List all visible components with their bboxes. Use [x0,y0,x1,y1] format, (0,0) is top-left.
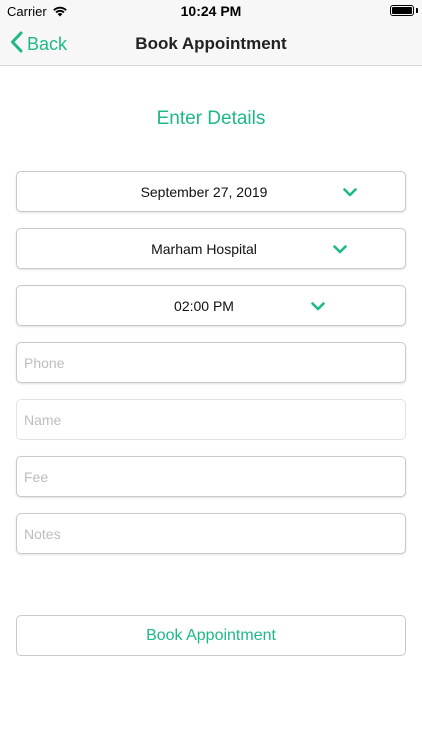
hospital-picker[interactable]: Marham Hospital [16,228,406,269]
status-time: 10:24 PM [180,3,242,19]
name-field-container [16,399,406,440]
date-value: September 27, 2019 [140,184,268,200]
chevron-down-icon [307,295,329,317]
phone-field-container [16,342,406,383]
phone-field[interactable] [17,343,405,382]
notes-field-container [16,513,406,554]
battery-fill [392,7,412,14]
section-heading: Enter Details [156,108,266,129]
chevron-down-icon [339,181,361,203]
notes-field[interactable] [17,514,405,553]
time-picker[interactable]: 02:00 PM [16,285,406,326]
status-bar: Carrier 10:24 PM [0,0,422,22]
book-appointment-button[interactable]: Book Appointment [16,615,406,656]
chevron-down-icon [329,238,351,260]
page-title: Book Appointment [135,34,287,53]
name-field[interactable] [17,400,405,439]
time-value: 02:00 PM [174,298,234,314]
battery-icon [390,5,414,16]
fee-field[interactable] [17,457,405,496]
date-picker[interactable]: September 27, 2019 [16,171,406,212]
navigation-bar: Back Book Appointment [0,22,422,66]
battery-cap [416,8,418,13]
fee-field-container [16,456,406,497]
